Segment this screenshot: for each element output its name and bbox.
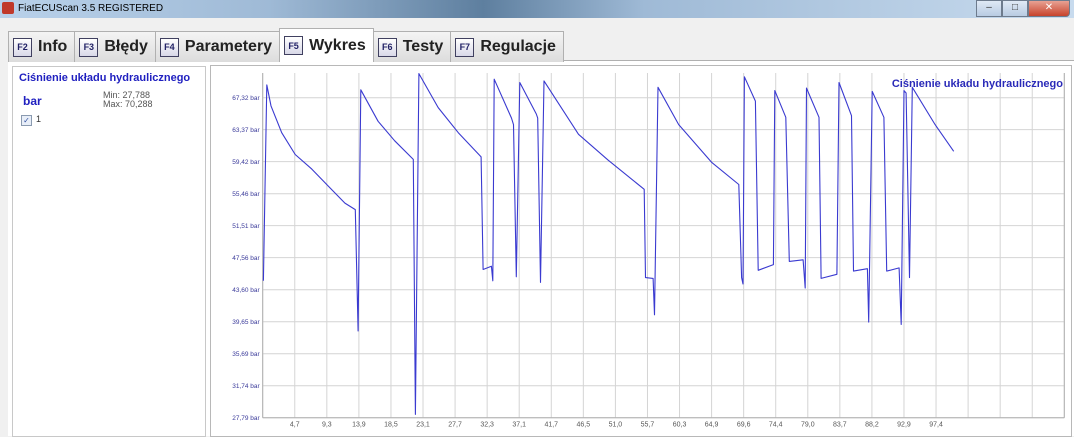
x-tick-label: 41,7 <box>544 422 558 429</box>
tab-label: Wykres <box>309 36 366 54</box>
y-tick-label: 27,79 bar <box>232 415 260 422</box>
x-tick-label: 97,4 <box>929 422 943 429</box>
key-badge: F7 <box>455 37 475 57</box>
x-tick-label: 60,3 <box>673 422 687 429</box>
key-badge: F2 <box>13 37 32 57</box>
key-badge: F6 <box>377 37 397 57</box>
title-bar: FiatECUScan 3.5 REGISTERED – □ ✕ <box>0 0 1074 18</box>
tab-label: Testy <box>402 38 444 55</box>
series-line <box>262 73 955 415</box>
y-tick-label: 55,46 bar <box>232 191 260 198</box>
parameter-panel: Ciśnienie układu hydraulicznego bar Min:… <box>12 66 206 437</box>
tab-parametery[interactable]: F4 Parametery <box>154 31 281 62</box>
key-badge: F3 <box>79 37 99 57</box>
tab-wykres[interactable]: F5 Wykres <box>279 28 374 62</box>
x-tick-label: 46,5 <box>577 422 591 429</box>
x-tick-label: 92,9 <box>897 422 911 429</box>
app-icon <box>2 2 14 14</box>
tab-bar: F2 Info F3 Błędy F4 Parametery F5 Wykres F6 T… <box>8 28 564 62</box>
tab-regulacje[interactable]: F7 Regulacje <box>450 31 564 62</box>
close-button[interactable]: ✕ <box>1028 0 1070 17</box>
chart-legend: Ciśnienie układu hydraulicznego <box>891 78 1063 90</box>
y-tick-label: 31,74 bar <box>232 383 260 390</box>
y-tick-label: 39,65 bar <box>232 319 260 326</box>
x-tick-label: 4,7 <box>290 422 300 429</box>
key-badge: F4 <box>159 37 179 57</box>
y-tick-label: 51,51 bar <box>232 223 260 230</box>
x-tick-label: 83,7 <box>833 422 847 429</box>
y-tick-label: 63,37 bar <box>232 127 260 134</box>
x-tick-label: 9,3 <box>322 422 332 429</box>
x-tick-label: 74,4 <box>769 422 783 429</box>
y-tick-label: 47,56 bar <box>232 255 260 262</box>
x-tick-label: 88,2 <box>865 422 879 429</box>
tab-info[interactable]: F2 Info <box>8 31 76 62</box>
x-tick-label: 69,6 <box>737 422 751 429</box>
max-value: Max: 70,288 <box>103 99 153 109</box>
x-tick-label: 18,5 <box>384 422 398 429</box>
tab-label: Regulacje <box>480 38 556 55</box>
tab-label: Info <box>38 38 68 55</box>
x-tick-label: 27,7 <box>448 422 462 429</box>
tab-label: Parametery <box>184 38 273 55</box>
tab-bledy[interactable]: F3 Błędy <box>74 31 156 62</box>
x-tick-label: 79,0 <box>801 422 815 429</box>
parameter-title: Ciśnienie układu hydraulicznego <box>19 72 191 84</box>
y-tick-label: 67,32 bar <box>232 95 260 102</box>
x-tick-label: 32,3 <box>480 422 494 429</box>
x-tick-label: 64,9 <box>705 422 719 429</box>
chart-svg: 27,79 bar 31,74 bar 35,69 bar 39,65 bar 43,6… <box>232 73 1065 429</box>
minimize-button[interactable]: – <box>976 0 1002 17</box>
y-tick-label: 43,60 bar <box>232 287 260 294</box>
x-tick-label: 13,9 <box>352 422 366 429</box>
x-tick-label: 23,1 <box>416 422 430 429</box>
maximize-button[interactable]: □ <box>1002 0 1028 17</box>
tab-label: Błędy <box>104 38 148 55</box>
x-tick-label: 55,7 <box>641 422 655 429</box>
series-label: 1 <box>36 114 42 124</box>
y-tick-label: 59,42 bar <box>232 159 260 166</box>
x-tick-label: 37,1 <box>512 422 526 429</box>
series-checkbox[interactable]: ✓ <box>21 115 32 126</box>
tab-testy[interactable]: F6 Testy <box>372 31 452 62</box>
y-tick-label: 35,69 bar <box>232 351 260 358</box>
x-tick-label: 51,0 <box>609 422 623 429</box>
parameter-unit: bar <box>23 94 42 108</box>
window-title: FiatECUScan 3.5 REGISTERED <box>18 3 164 14</box>
chart-panel: 27,79 bar 31,74 bar 35,69 bar 39,65 bar 43,6… <box>210 65 1072 437</box>
key-badge: F5 <box>284 36 304 55</box>
